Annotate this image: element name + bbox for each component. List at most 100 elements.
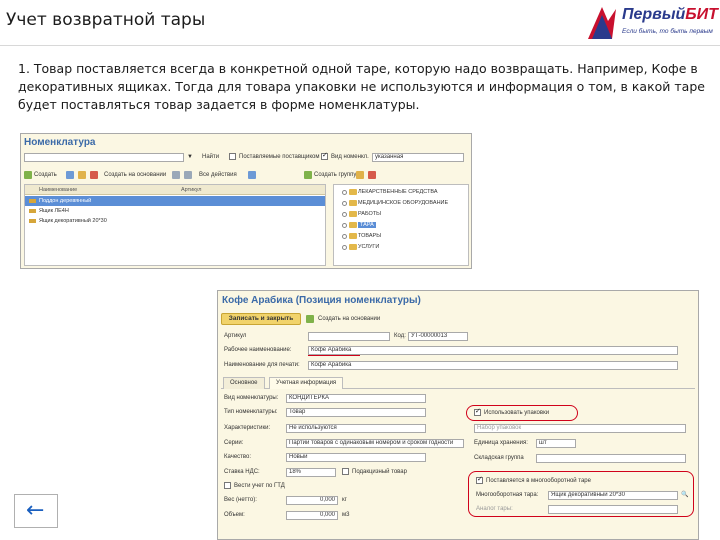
work-name-input[interactable]: Кофе Арабика	[308, 346, 678, 355]
filter-row: ▼ Найти Поставляемые поставщиком Вид ном…	[24, 151, 468, 164]
column-header-article[interactable]: Артикул	[181, 187, 202, 193]
expand-icon[interactable]	[342, 201, 347, 206]
copy-icon[interactable]	[66, 171, 74, 179]
container-label: Многооборотная тара:	[476, 492, 539, 498]
package-set-input[interactable]: Набор упаковок	[474, 424, 686, 433]
back-button[interactable]: ←	[14, 494, 58, 528]
add-icon[interactable]	[24, 171, 32, 179]
article-label: Артикул	[224, 333, 247, 339]
gtd-checkbox[interactable]	[224, 482, 231, 489]
table-row[interactable]: Ящик декоративный 20*30	[25, 216, 325, 226]
series-input[interactable]: Партии товаров с одинаковым номером и ср…	[286, 439, 464, 448]
expand-icon[interactable]	[342, 212, 347, 217]
volume-unit: м3	[342, 512, 350, 518]
tree-node[interactable]: МЕДИЦИНСКОЕ ОБОРУДОВАНИЕ	[342, 198, 448, 208]
weight-label: Вес (нетто):	[224, 497, 257, 503]
folder-icon	[349, 244, 357, 250]
item-icon	[29, 219, 36, 223]
characteristics-input[interactable]: Не используются	[286, 424, 426, 433]
warehouse-group-label: Складская группа	[474, 455, 524, 461]
tree-node[interactable]: ЛЕКАРСТВЕННЫЕ СРЕДСТВА	[342, 187, 438, 197]
edit-icon[interactable]	[78, 171, 86, 179]
window-title: Номенклатура	[24, 137, 96, 148]
nomenclature-list-window: Номенклатура ▼ Найти Поставляемые постав…	[20, 133, 472, 269]
owned-checkbox[interactable]	[229, 153, 236, 160]
add-group-icon[interactable]	[304, 171, 312, 179]
nomenclature-item-window: Кофе Арабика (Позиция номенклатуры) Запи…	[217, 290, 699, 540]
nomenclature-table[interactable]: Наименование Артикул Поддон деревянный Я…	[24, 184, 326, 266]
kind-input[interactable]: КОНДИТЕРКА	[286, 394, 426, 403]
reusable-container-checkbox[interactable]	[476, 475, 483, 484]
item-icon	[29, 209, 36, 213]
delete-icon[interactable]	[90, 171, 98, 179]
expand-icon[interactable]	[342, 234, 347, 239]
highlight-underline	[308, 355, 360, 356]
create-button[interactable]: Создать	[34, 172, 57, 178]
code-input[interactable]: УТ-00000013	[408, 332, 468, 341]
tree-node[interactable]: РАБОТЫ	[342, 209, 381, 219]
company-logo: ПервыйБИТ Если быть, то быть первым	[586, 3, 718, 43]
table-header: Наименование Артикул	[25, 185, 325, 195]
expand-icon[interactable]	[342, 190, 347, 195]
column-header-name[interactable]: Наименование	[39, 187, 77, 193]
volume-input[interactable]: 0,000	[286, 511, 338, 520]
create-based-button[interactable]: Создать на основании	[104, 172, 166, 178]
tree-node[interactable]: ТАРА	[342, 220, 376, 230]
folder-icon	[349, 233, 357, 239]
search-input[interactable]	[24, 153, 184, 162]
logo-emblem-icon	[588, 7, 616, 39]
excise-checkbox[interactable]	[342, 468, 349, 475]
create-group-button[interactable]: Создать группу	[314, 172, 356, 178]
type-label: Вид номенкл.	[331, 154, 369, 160]
slide-paragraph: 1. Товар поставляется всегда в конкретно…	[18, 61, 705, 112]
work-name-label: Рабочее наименование:	[224, 347, 292, 353]
type-input[interactable]: Товар	[286, 408, 426, 417]
all-actions-button[interactable]: Все действия	[199, 172, 237, 178]
expand-icon[interactable]	[342, 223, 347, 228]
quality-input[interactable]: Новый	[286, 453, 426, 462]
table-row[interactable]: Ящик ЛЕ4Н	[25, 206, 325, 216]
tree-node[interactable]: ТОВАРЫ	[342, 231, 381, 241]
logo-slogan: Если быть, то быть первым	[622, 28, 713, 35]
filter-icon[interactable]	[172, 171, 180, 179]
save-icon[interactable]	[306, 315, 314, 323]
use-packages-label: Использовать упаковки	[484, 410, 550, 416]
folder-icon	[349, 200, 357, 206]
type-label: Тип номенклатуры:	[224, 409, 278, 415]
create-based-button[interactable]: Создать на основании	[318, 316, 380, 322]
gtd-label: Вести учет по ГТД	[234, 483, 285, 489]
warehouse-group-input[interactable]	[536, 454, 686, 463]
tab-main[interactable]: Основное	[223, 377, 265, 389]
search-icon[interactable]: 🔍	[681, 491, 688, 498]
use-packages-checkbox[interactable]	[474, 407, 481, 416]
tree-node[interactable]: УСЛУГИ	[342, 242, 379, 252]
tare-input[interactable]	[548, 505, 678, 514]
type-input[interactable]: указанная	[372, 153, 464, 162]
kind-label: Вид номенклатуры:	[224, 395, 279, 401]
vat-label: Ставка НДС:	[224, 469, 260, 475]
container-input[interactable]: Ящик декоративный 20*30	[548, 491, 678, 500]
search-icon[interactable]	[184, 171, 192, 179]
quality-label: Качество:	[224, 454, 252, 460]
full-name-label: Наименование для печати:	[224, 362, 300, 368]
save-close-button[interactable]: Записать и закрыть	[221, 313, 301, 325]
vat-input[interactable]: 18%	[286, 468, 336, 477]
characteristics-label: Характеристики:	[224, 425, 271, 431]
tare-label: Аналог тары:	[476, 506, 513, 512]
table-row[interactable]: Поддон деревянный	[25, 196, 325, 206]
group-tree[interactable]: ЛЕКАРСТВЕННЫЕ СРЕДСТВА МЕДИЦИНСКОЕ ОБОРУ…	[333, 184, 469, 266]
group-edit-icon[interactable]	[356, 171, 364, 179]
tab-accounting[interactable]: Учетная информация	[269, 377, 344, 389]
toolbar: Создать Создать на основании Все действи…	[24, 170, 468, 182]
help-icon[interactable]	[248, 171, 256, 179]
unit-input[interactable]: шт	[536, 439, 576, 448]
expand-icon[interactable]	[342, 245, 347, 250]
form-tabs: Основное Учетная информация	[221, 377, 695, 389]
weight-input[interactable]: 0,000	[286, 496, 338, 505]
article-input[interactable]	[308, 332, 390, 341]
full-name-input[interactable]: Кофе Арабика	[308, 361, 678, 370]
dropdown-arrow-icon[interactable]: ▼	[187, 154, 193, 160]
type-checkbox[interactable]	[321, 151, 328, 160]
arrow-left-icon: ←	[26, 498, 45, 523]
group-delete-icon[interactable]	[368, 171, 376, 179]
